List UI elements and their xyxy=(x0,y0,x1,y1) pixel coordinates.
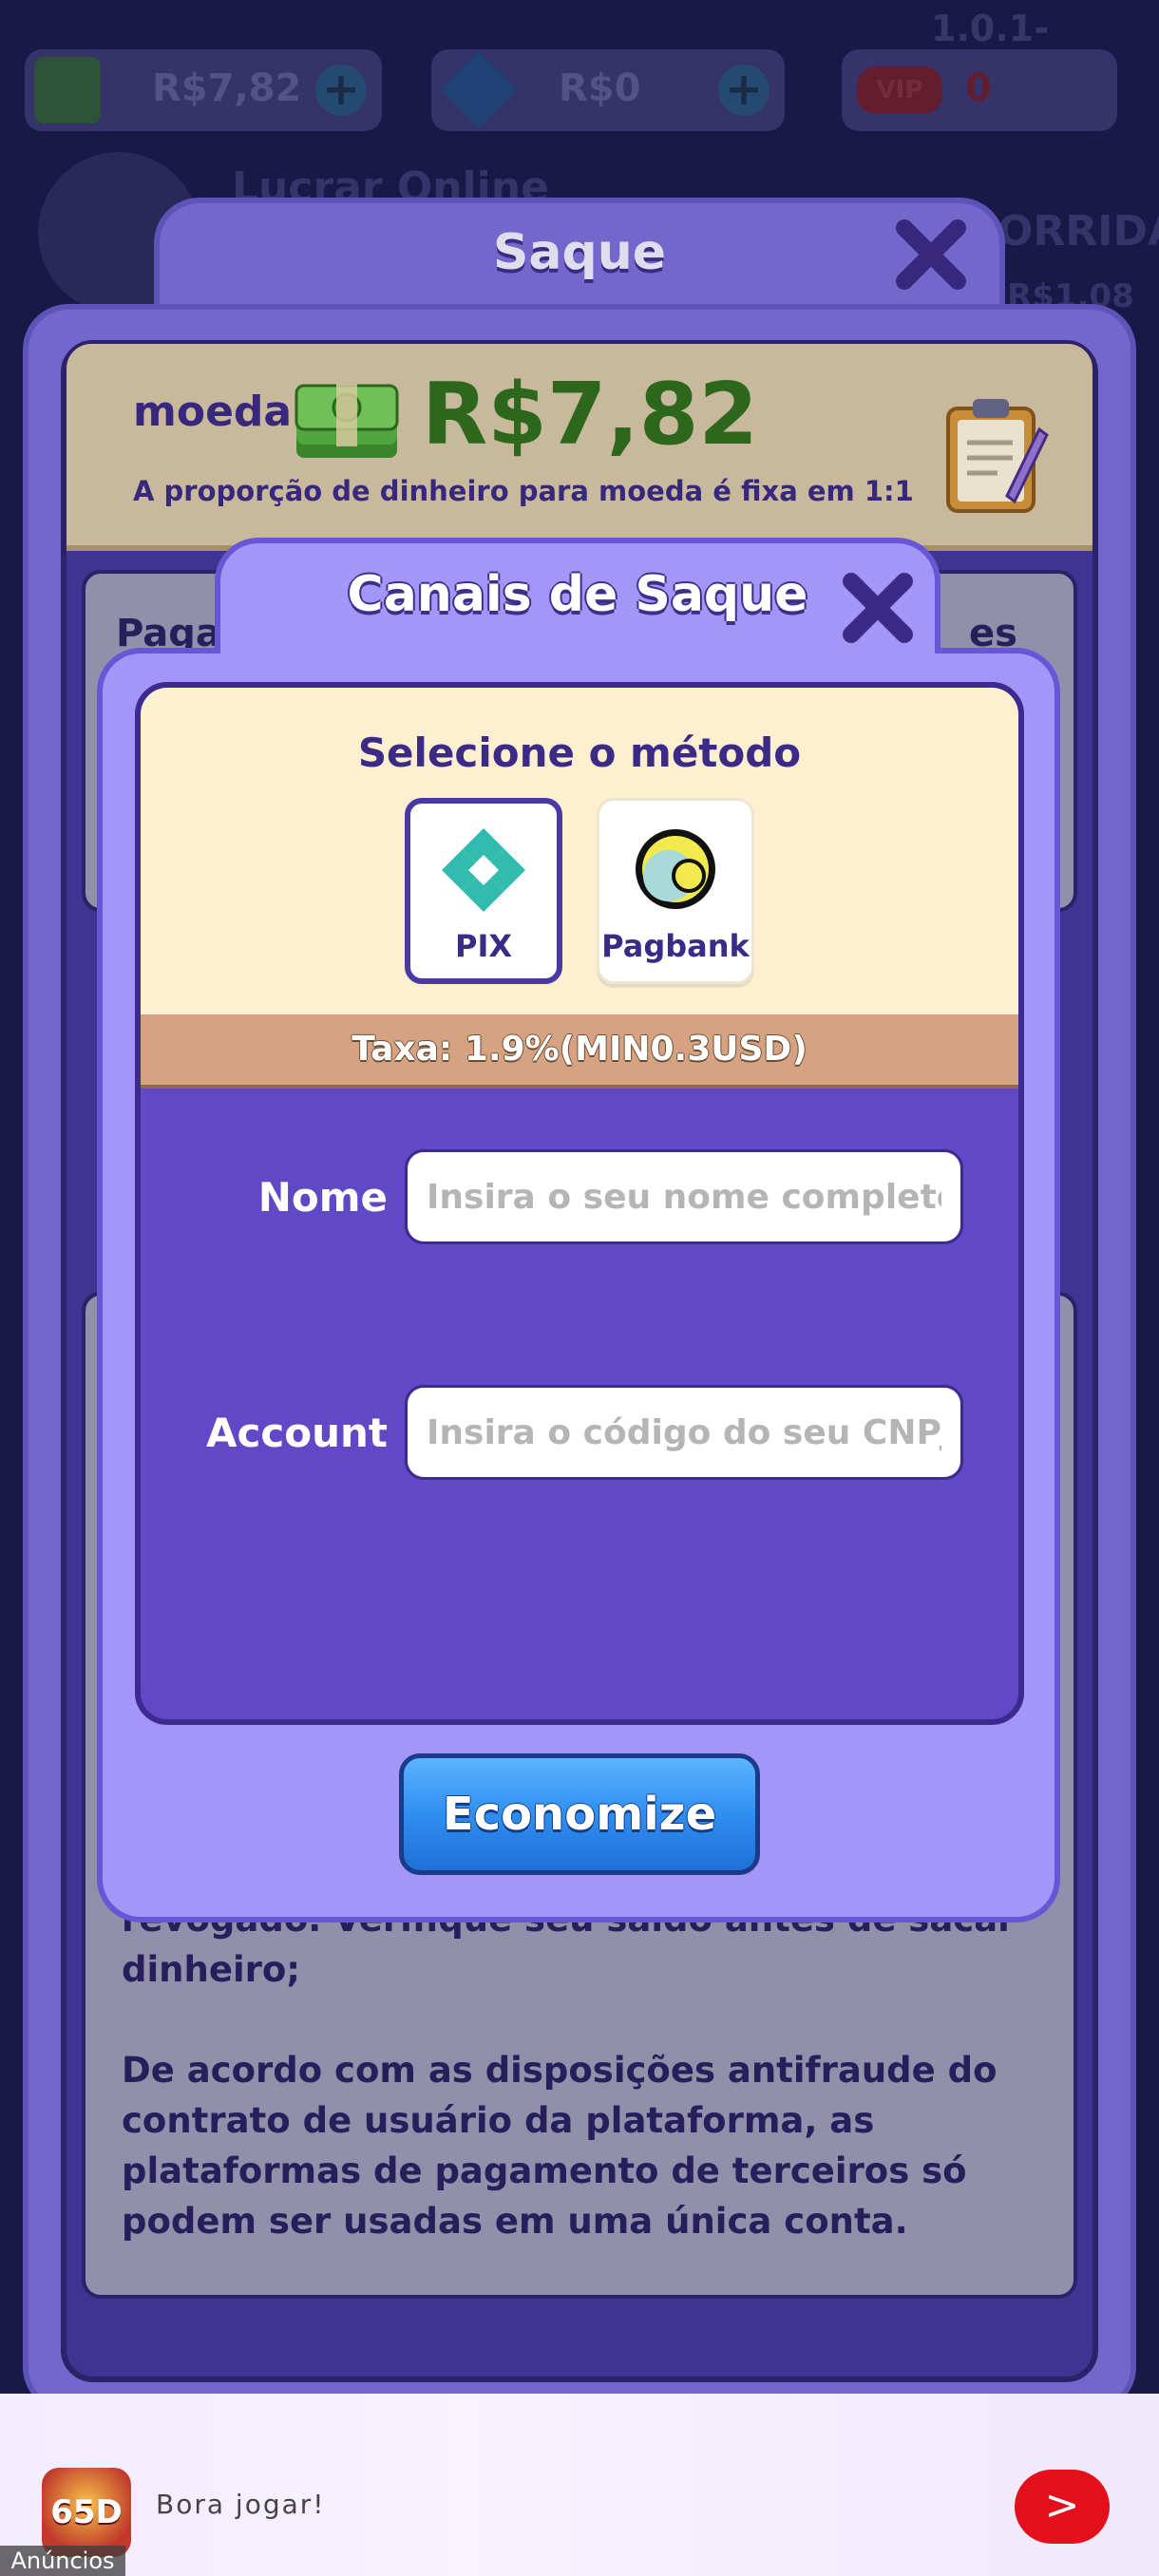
ad-logo[interactable]: 65D xyxy=(42,2468,131,2557)
method-label: PIX xyxy=(454,928,513,964)
fee-bar: Taxa: 1.9%(MIN0.3USD) xyxy=(141,1014,1018,1089)
pix-icon xyxy=(410,826,557,918)
canais-close-icon[interactable] xyxy=(840,570,916,646)
pagbank-icon xyxy=(599,824,751,915)
name-input[interactable] xyxy=(405,1149,963,1244)
economize-button[interactable]: Economize xyxy=(399,1753,760,1875)
canais-tab-joint xyxy=(220,642,935,680)
account-input[interactable] xyxy=(405,1385,963,1480)
ad-go-button[interactable]: > xyxy=(1015,2470,1110,2544)
method-option-pix[interactable]: PIX xyxy=(405,798,562,984)
ad-label: Anúncios xyxy=(0,2546,125,2576)
ad-text: Bora jogar! xyxy=(156,2489,326,2520)
method-option-pagbank[interactable]: Pagbank xyxy=(597,798,754,984)
name-label: Nome xyxy=(257,1174,388,1221)
method-title: Selecione o método xyxy=(357,729,802,776)
ad-banner[interactable] xyxy=(0,2394,1159,2576)
method-label: Pagbank xyxy=(601,928,750,964)
canais-title: Canais de Saque xyxy=(347,566,808,623)
account-label: Account xyxy=(205,1410,388,1456)
